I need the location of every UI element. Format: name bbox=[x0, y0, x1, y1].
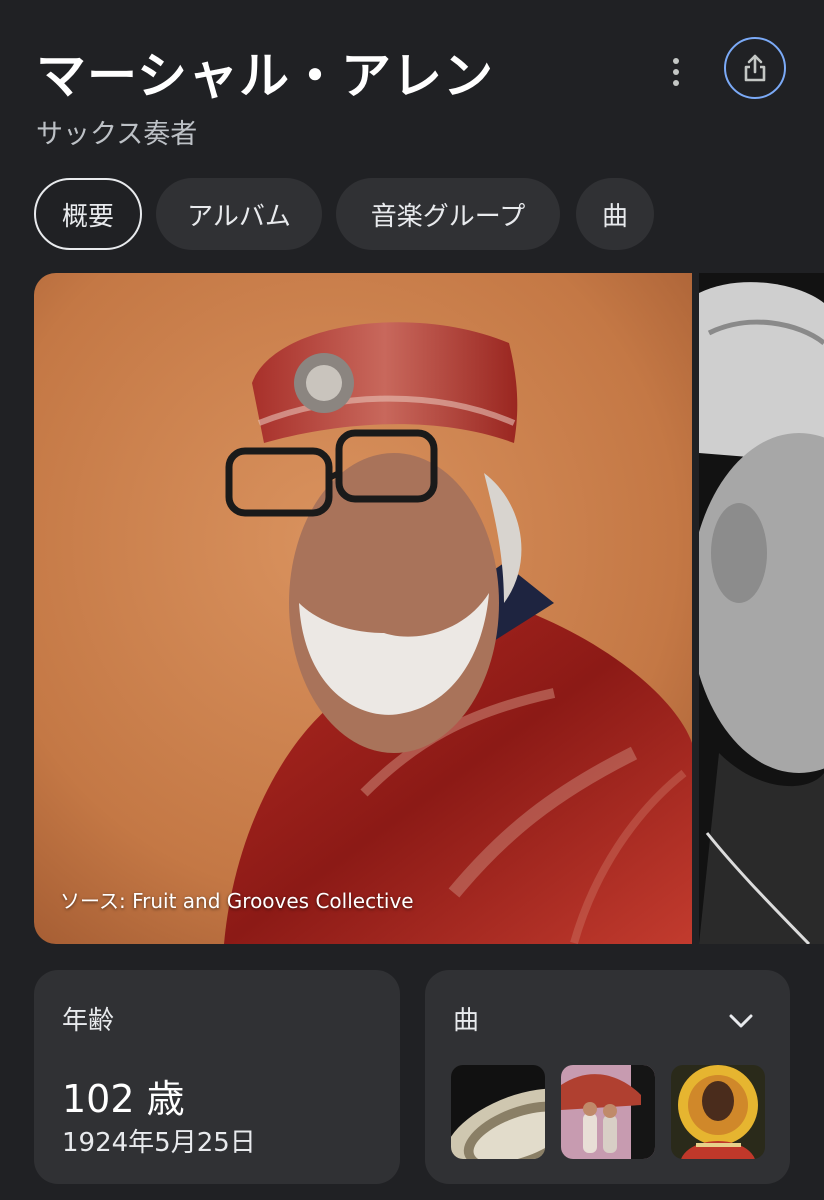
tab-overview-label: 概要 bbox=[61, 201, 114, 232]
page-subtitle: サックス奏者 bbox=[36, 119, 198, 150]
tab-songs[interactable]: 曲 bbox=[576, 178, 654, 250]
songs-label: 曲 bbox=[453, 1006, 480, 1036]
song-thumbnail[interactable] bbox=[671, 1065, 765, 1159]
share-button[interactable] bbox=[724, 37, 786, 99]
share-icon bbox=[744, 54, 766, 82]
tab-albums[interactable]: アルバム bbox=[156, 178, 322, 250]
tab-songs-label: 曲 bbox=[601, 201, 628, 232]
tab-music-groups-label: 音楽グループ bbox=[370, 201, 526, 232]
page-title: マーシャル・アレン bbox=[36, 47, 494, 105]
song-thumbnail[interactable] bbox=[561, 1065, 655, 1159]
age-value: 102 歳 bbox=[62, 1077, 185, 1121]
image-source-caption: ソース: Fruit and Grooves Collective bbox=[60, 889, 414, 913]
songs-card[interactable]: 曲 bbox=[425, 970, 790, 1184]
song-thumbnail[interactable] bbox=[451, 1065, 545, 1159]
tab-albums-label: アルバム bbox=[187, 201, 291, 232]
more-vert-icon[interactable] bbox=[656, 52, 696, 92]
birth-date: 1924年5月25日 bbox=[62, 1128, 256, 1158]
second-photo[interactable] bbox=[699, 273, 824, 944]
age-card[interactable]: 年齢 102 歳 1924年5月25日 bbox=[34, 970, 400, 1184]
tab-music-groups[interactable]: 音楽グループ bbox=[336, 178, 560, 250]
age-label: 年齢 bbox=[62, 1006, 115, 1036]
chevron-down-icon[interactable] bbox=[726, 1006, 756, 1036]
hero-photo[interactable]: ソース: Fruit and Grooves Collective bbox=[34, 273, 692, 944]
tab-overview[interactable]: 概要 bbox=[34, 178, 142, 250]
